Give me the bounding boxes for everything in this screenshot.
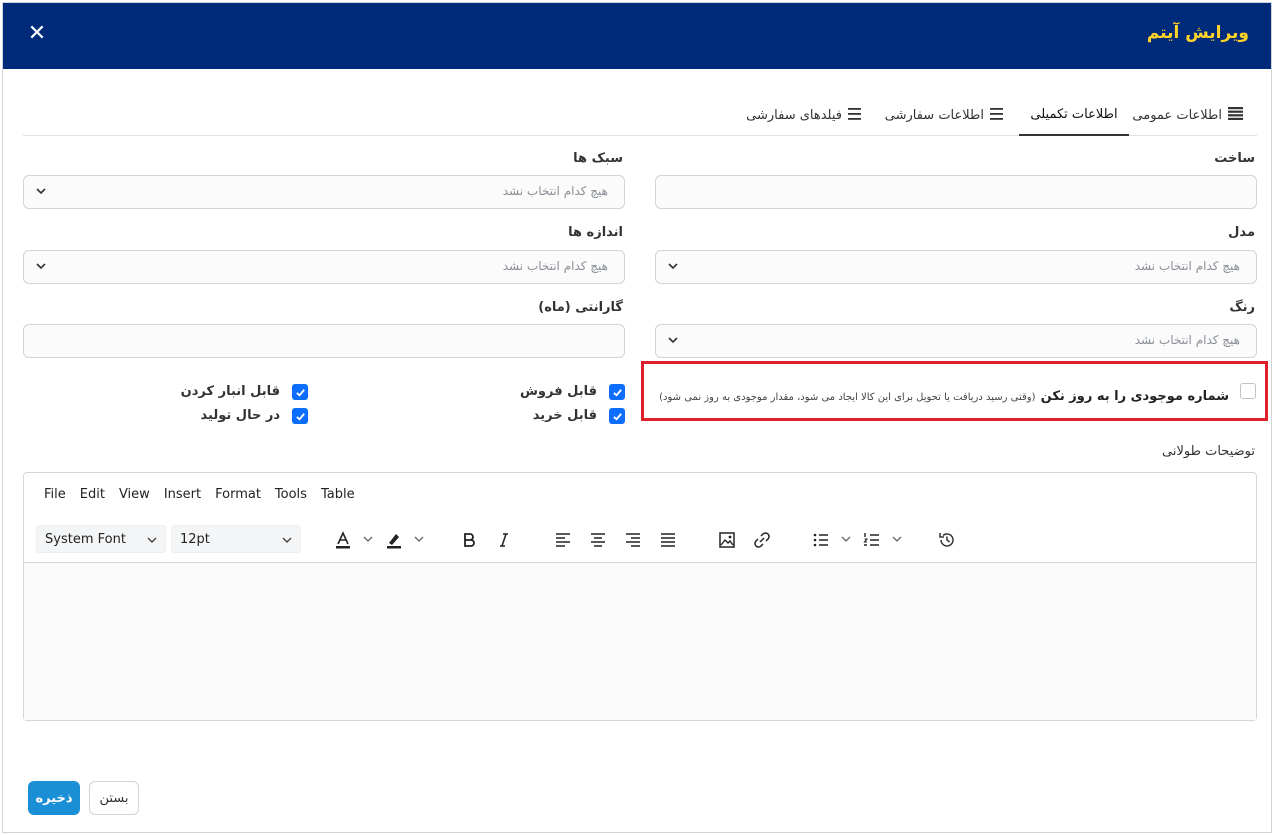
- check-icon: [295, 388, 305, 397]
- tab-general-info[interactable]: اطلاعات عمومی: [1132, 94, 1243, 136]
- font-size-select[interactable]: 12pt: [171, 525, 301, 553]
- stockable-checkbox[interactable]: [292, 384, 308, 400]
- history-icon[interactable]: [936, 529, 958, 551]
- tab-label: اطلاعات عمومی: [1132, 107, 1222, 123]
- stockable-label: قابل انبار کردن: [180, 384, 280, 399]
- menu-file[interactable]: File: [44, 487, 66, 507]
- save-button[interactable]: ذخیره: [28, 781, 80, 815]
- purchasable-label: قابل خرید: [532, 408, 597, 423]
- font-family-select[interactable]: System Font: [36, 525, 166, 553]
- align-justify-icon[interactable]: [657, 529, 679, 551]
- stock-update-text: شماره موجودی را به روز نکن (وقتی رسید در…: [659, 385, 1229, 404]
- modal-header: ویرایش آیتم ✕: [3, 3, 1271, 69]
- chevron-down-icon[interactable]: [413, 533, 425, 545]
- check-icon: [612, 412, 622, 421]
- tab-additional-info[interactable]: اطلاعات تکمیلی: [1019, 94, 1129, 136]
- rich-text-editor: File Edit View Insert Format Tools Table…: [23, 472, 1257, 721]
- make-label: ساخت: [1214, 151, 1255, 166]
- editor-menubar: File Edit View Insert Format Tools Table: [24, 487, 355, 507]
- menu-insert[interactable]: Insert: [164, 487, 201, 507]
- sizes-placeholder: هیچ کدام انتخاب نشد: [502, 259, 608, 273]
- modal-title: ویرایش آیتم: [1146, 23, 1249, 43]
- chevron-down-icon[interactable]: [891, 533, 903, 545]
- bullet-list-icon[interactable]: [810, 529, 832, 551]
- image-icon[interactable]: [716, 529, 738, 551]
- menu-icon: [848, 106, 861, 124]
- color-placeholder: هیچ کدام انتخاب نشد: [1134, 333, 1240, 347]
- stock-update-label: شماره موجودی را به روز نکن: [1040, 389, 1229, 404]
- highlight-color-icon[interactable]: [383, 529, 405, 551]
- in-production-checkbox[interactable]: [292, 408, 308, 424]
- italic-icon[interactable]: [493, 529, 515, 551]
- purchasable-checkbox[interactable]: [609, 408, 625, 424]
- menu-icon: [990, 106, 1003, 124]
- make-input[interactable]: [655, 175, 1257, 209]
- menu-view[interactable]: View: [119, 487, 150, 507]
- align-left-icon[interactable]: [552, 529, 574, 551]
- long-description-label: توضیحات طولانی: [1162, 444, 1255, 459]
- menu-format[interactable]: Format: [215, 487, 261, 507]
- styles-placeholder: هیچ کدام انتخاب نشد: [502, 184, 608, 198]
- sellable-checkbox[interactable]: [609, 384, 625, 400]
- close-button[interactable]: بستن: [89, 781, 139, 815]
- chevron-down-icon: [668, 263, 678, 270]
- warranty-label: گارانتی (ماه): [538, 300, 623, 315]
- editor-content-area[interactable]: [24, 562, 1256, 720]
- editor-toolbar: System Font 12pt: [24, 525, 1256, 555]
- align-center-icon[interactable]: [587, 529, 609, 551]
- tab-bar: اطلاعات عمومی اطلاعات تکمیلی اطلاعات سفا…: [23, 94, 1257, 136]
- in-production-label: در حال تولید: [200, 408, 280, 423]
- model-select[interactable]: هیچ کدام انتخاب نشد: [655, 250, 1257, 284]
- color-select[interactable]: هیچ کدام انتخاب نشد: [655, 324, 1257, 358]
- chevron-down-icon: [147, 537, 157, 543]
- chevron-down-icon: [668, 337, 678, 344]
- numbered-list-icon[interactable]: [861, 529, 883, 551]
- align-right-icon[interactable]: [622, 529, 644, 551]
- color-label: رنگ: [1229, 300, 1255, 315]
- chevron-down-icon: [36, 263, 46, 270]
- font-size-value: 12pt: [180, 532, 210, 547]
- styles-select[interactable]: هیچ کدام انتخاب نشد: [23, 175, 625, 209]
- tab-label: اطلاعات تکمیلی: [1030, 106, 1118, 122]
- edit-item-modal: ویرایش آیتم ✕ اطلاعات عمومی اطلاعات تکمی…: [2, 2, 1272, 833]
- sizes-label: اندازه ها: [568, 225, 623, 240]
- link-icon[interactable]: [751, 529, 773, 551]
- chevron-down-icon: [36, 188, 46, 195]
- tab-label: فیلدهای سفارشی: [746, 107, 842, 123]
- sellable-label: قابل فروش: [519, 384, 597, 399]
- tab-custom-fields[interactable]: فیلدهای سفارشی: [746, 94, 861, 136]
- tab-label: اطلاعات سفارشی: [884, 107, 984, 123]
- chevron-down-icon: [282, 537, 292, 543]
- font-family-value: System Font: [45, 532, 126, 547]
- sizes-select[interactable]: هیچ کدام انتخاب نشد: [23, 250, 625, 284]
- stock-update-checkbox[interactable]: [1240, 383, 1256, 399]
- check-icon: [295, 412, 305, 421]
- model-placeholder: هیچ کدام انتخاب نشد: [1134, 259, 1240, 273]
- bold-icon[interactable]: [458, 529, 480, 551]
- styles-label: سبک ها: [573, 151, 623, 166]
- stock-update-hint: (وقتی رسید دریافت یا تحویل برای این کالا…: [659, 392, 1036, 403]
- menu-edit[interactable]: Edit: [80, 487, 105, 507]
- close-icon[interactable]: ✕: [25, 22, 49, 46]
- list-icon: [1228, 106, 1243, 124]
- chevron-down-icon[interactable]: [362, 533, 374, 545]
- model-label: مدل: [1228, 225, 1255, 240]
- check-icon: [612, 388, 622, 397]
- menu-tools[interactable]: Tools: [275, 487, 307, 507]
- tab-custom-info[interactable]: اطلاعات سفارشی: [885, 94, 1003, 136]
- text-color-icon[interactable]: [332, 529, 354, 551]
- chevron-down-icon[interactable]: [840, 533, 852, 545]
- menu-table[interactable]: Table: [321, 487, 355, 507]
- warranty-input[interactable]: [23, 324, 625, 358]
